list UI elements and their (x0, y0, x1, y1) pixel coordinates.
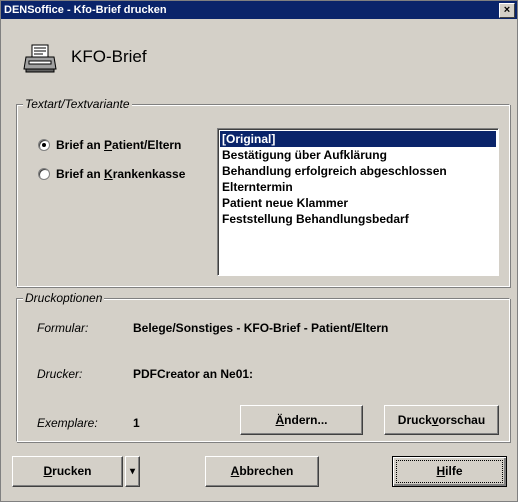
formular-label: Formular: (37, 321, 89, 335)
exemplare-label: Exemplare: (37, 416, 98, 430)
page-title: KFO-Brief (71, 47, 147, 66)
radio-checked-icon (38, 139, 50, 151)
exemplare-value: 1 (133, 416, 140, 430)
list-item[interactable]: [Original] (220, 131, 496, 147)
radio-unchecked-icon (38, 168, 50, 180)
radio-brief-patient[interactable]: Brief an Patient/Eltern (38, 138, 181, 152)
abbrechen-button[interactable]: Abbrechen (205, 456, 319, 487)
drucker-label: Drucker: (37, 367, 83, 381)
list-item[interactable]: Patient neue Klammer (220, 195, 496, 211)
hilfe-button[interactable]: Hilfe (392, 456, 507, 487)
aendern-button[interactable]: Ändern... (240, 405, 363, 435)
formular-value: Belege/Sonstiges - KFO-Brief - Patient/E… (133, 321, 389, 335)
dialog-window: DENSoffice - Kfo-Brief drucken × KFO-Bri… (0, 0, 518, 502)
radio-brief-kasse-label: Brief an Krankenkasse (56, 167, 186, 181)
radio-brief-patient-label: Brief an Patient/Eltern (56, 138, 182, 152)
list-item[interactable]: Elterntermin (220, 179, 496, 195)
textvariante-listbox[interactable]: [Original] Bestätigung über Aufklärung B… (217, 128, 499, 276)
close-button[interactable]: × (499, 3, 515, 18)
textart-legend: Textart/Textvariante (23, 97, 132, 111)
list-item[interactable]: Feststellung Behandlungsbedarf (220, 211, 496, 227)
printer-icon (23, 44, 57, 73)
drucken-button[interactable]: Drucken (12, 456, 123, 487)
druckoptionen-legend: Druckoptionen (23, 291, 105, 305)
chevron-down-icon: ▾ (129, 466, 136, 477)
window-title: DENSoffice - Kfo-Brief drucken (4, 4, 167, 16)
druckvorschau-button[interactable]: Druckvorschau (384, 405, 499, 435)
drucker-value: PDFCreator an Ne01: (133, 367, 254, 381)
list-item[interactable]: Behandlung erfolgreich abgeschlossen (220, 163, 496, 179)
title-bar[interactable]: DENSoffice - Kfo-Brief drucken × (1, 1, 517, 19)
list-item[interactable]: Bestätigung über Aufklärung (220, 147, 496, 163)
drucken-dropdown-button[interactable]: ▾ (125, 456, 140, 487)
radio-brief-kasse[interactable]: Brief an Krankenkasse (38, 167, 185, 181)
